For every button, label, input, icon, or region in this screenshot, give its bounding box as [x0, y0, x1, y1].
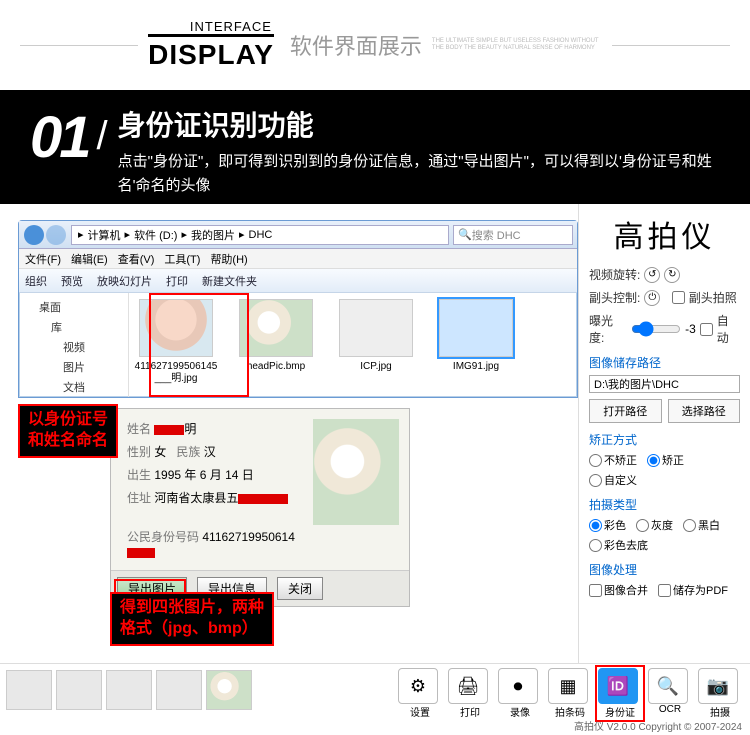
subcam-label: 副头控制:: [589, 289, 640, 306]
banner-tagline: THE ULTIMATE SIMPLE BUT USELESS FASHION …: [432, 38, 612, 52]
tree-library[interactable]: 库: [21, 317, 126, 337]
menu-help[interactable]: 帮助(H): [210, 251, 247, 267]
correct-none-radio[interactable]: [589, 454, 602, 467]
menu-tools[interactable]: 工具(T): [164, 251, 200, 267]
exposure-value: -3: [685, 322, 696, 336]
tree-desktop[interactable]: 桌面: [21, 297, 126, 317]
section-description: 点击"身份证"，即可得到识别到的身份证信息，通过"导出图片"，可以得到以'身份证…: [118, 150, 720, 198]
explorer-menubar[interactable]: 文件(F) 编辑(E) 查看(V) 工具(T) 帮助(H): [19, 249, 577, 269]
idcard-icon: 🆔: [598, 668, 638, 704]
thumb[interactable]: [6, 670, 52, 710]
menu-file[interactable]: 文件(F): [25, 251, 61, 267]
id-card-panel: 姓名 明 性别 女 民族 汉 出生 1995 年 6 月 14 日 住址 河南省…: [110, 408, 410, 607]
banner-title: DISPLAY: [148, 34, 274, 71]
choose-path-button[interactable]: 选择路径: [668, 399, 741, 423]
correction-title: 矫正方式: [589, 431, 740, 448]
capture-icon: 📷: [698, 668, 738, 704]
storage-path-title: 图像储存路径: [589, 354, 740, 371]
menu-view[interactable]: 查看(V): [118, 251, 155, 267]
tree-docs[interactable]: 文档: [21, 377, 126, 397]
file-item[interactable]: IMG91.jpg: [433, 299, 519, 391]
exposure-slider[interactable]: [631, 321, 681, 337]
app-screenshot: ▸ 计算机▸ 软件 (D:)▸ 我的图片▸ DHC 🔍 搜索 DHC 文件(F)…: [0, 204, 750, 735]
promo-banner: INTERFACE DISPLAY 软件界面展示 THE ULTIMATE SI…: [0, 0, 750, 90]
side-panel: 高拍仪 视频旋转: ↺ ↻ 副头控制: ⏻ 副头拍照 曝光度: -3 自动 图像…: [578, 204, 750, 696]
callout-naming: 以身份证号 和姓名命名: [18, 404, 118, 458]
tb-preview[interactable]: 预览: [61, 273, 83, 289]
shoot-bw-radio[interactable]: [683, 519, 696, 532]
tool-barcode[interactable]: ▦拍条码: [548, 668, 592, 719]
section-title: 身份证识别功能: [118, 104, 720, 144]
explorer-window: ▸ 计算机▸ 软件 (D:)▸ 我的图片▸ DHC 🔍 搜索 DHC 文件(F)…: [18, 220, 578, 398]
section-number: 01: [30, 104, 89, 171]
thumb[interactable]: [156, 670, 202, 710]
tb-print[interactable]: 打印: [166, 273, 188, 289]
app-title: 高拍仪: [589, 212, 740, 256]
rotate-cw-icon[interactable]: ↻: [664, 267, 680, 283]
file-item[interactable]: 411627199506145___明.jpg: [133, 299, 219, 391]
bottom-bar: ⚙设置🖨打印⏺录像▦拍条码🆔身份证🔍OCR📷拍摄 高拍仪 V2.0.0 Copy…: [0, 663, 750, 735]
file-item[interactable]: headPic.bmp: [233, 299, 319, 391]
address-bar[interactable]: ▸ 计算机▸ 软件 (D:)▸ 我的图片▸ DHC: [71, 225, 449, 245]
shoot-nobg-radio[interactable]: [589, 539, 602, 552]
auto-exposure-checkbox[interactable]: [700, 323, 713, 336]
menu-edit[interactable]: 编辑(E): [71, 251, 108, 267]
merge-checkbox[interactable]: [589, 584, 602, 597]
shoot-radios: 彩色 灰度 黑白 彩色去底: [589, 517, 740, 553]
rotate-ccw-icon[interactable]: ↺: [644, 267, 660, 283]
callout-export: 得到四张图片，两种 格式（jpg、bmp）: [110, 592, 274, 646]
banner-subtitle: INTERFACE: [148, 19, 272, 34]
print-icon: 🖨: [448, 668, 488, 704]
shoot-gray-radio[interactable]: [636, 519, 649, 532]
copyright-text: 高拍仪 V2.0.0 Copyright © 2007-2024: [574, 718, 742, 733]
tool-ocr[interactable]: 🔍OCR: [648, 668, 692, 719]
id-portrait: [313, 419, 399, 525]
storage-path-input[interactable]: [589, 375, 740, 393]
file-item[interactable]: ICP.jpg: [333, 299, 419, 391]
folder-tree[interactable]: 桌面 库 视频 图片 文档: [19, 293, 129, 397]
image-process-title: 图像处理: [589, 561, 740, 578]
correct-custom-radio[interactable]: [589, 474, 602, 487]
tool-idcard[interactable]: 🆔身份证: [598, 668, 642, 719]
correct-auto-radio[interactable]: [647, 454, 660, 467]
correction-radios: 不矫正 矫正 自定义: [589, 452, 740, 488]
shoot-type-title: 拍摄类型: [589, 496, 740, 513]
exposure-label: 曝光度:: [589, 312, 627, 346]
save-pdf-checkbox[interactable]: [658, 584, 671, 597]
barcode-icon: ▦: [548, 668, 588, 704]
settings-icon: ⚙: [398, 668, 438, 704]
tree-pictures[interactable]: 图片: [21, 357, 126, 377]
search-input[interactable]: 🔍 搜索 DHC: [453, 225, 573, 245]
close-button[interactable]: 关闭: [277, 577, 323, 600]
thumb[interactable]: [56, 670, 102, 710]
tool-capture[interactable]: 📷拍摄: [698, 668, 742, 719]
section-header: 01 / 身份证识别功能 点击"身份证"，即可得到识别到的身份证信息，通过"导出…: [0, 90, 750, 208]
thumbnail-strip: [0, 664, 258, 716]
search-icon: 🔍: [458, 228, 472, 241]
back-button[interactable]: [24, 225, 44, 245]
subcam-checkbox[interactable]: [672, 291, 685, 304]
rotation-label: 视频旋转:: [589, 266, 640, 283]
shoot-color-radio[interactable]: [589, 519, 602, 532]
explorer-titlebar[interactable]: ▸ 计算机▸ 软件 (D:)▸ 我的图片▸ DHC 🔍 搜索 DHC: [19, 221, 577, 249]
forward-button[interactable]: [46, 225, 66, 245]
tree-video[interactable]: 视频: [21, 337, 126, 357]
tool-print[interactable]: 🖨打印: [448, 668, 492, 719]
power-icon[interactable]: ⏻: [644, 290, 660, 306]
ocr-icon: 🔍: [648, 668, 688, 704]
thumb[interactable]: [106, 670, 152, 710]
tb-slideshow[interactable]: 放映幻灯片: [97, 273, 152, 289]
tb-organize[interactable]: 组织: [25, 273, 47, 289]
record-icon: ⏺: [498, 668, 538, 704]
thumb[interactable]: [206, 670, 252, 710]
tb-newfolder[interactable]: 新建文件夹: [202, 273, 257, 289]
explorer-toolbar: 组织 预览 放映幻灯片 打印 新建文件夹: [19, 269, 577, 293]
open-path-button[interactable]: 打开路径: [589, 399, 662, 423]
tool-record[interactable]: ⏺录像: [498, 668, 542, 719]
tool-settings[interactable]: ⚙设置: [398, 668, 442, 719]
banner-cn: 软件界面展示: [290, 29, 422, 61]
file-list: 411627199506145___明.jpg headPic.bmp ICP.…: [129, 293, 577, 397]
